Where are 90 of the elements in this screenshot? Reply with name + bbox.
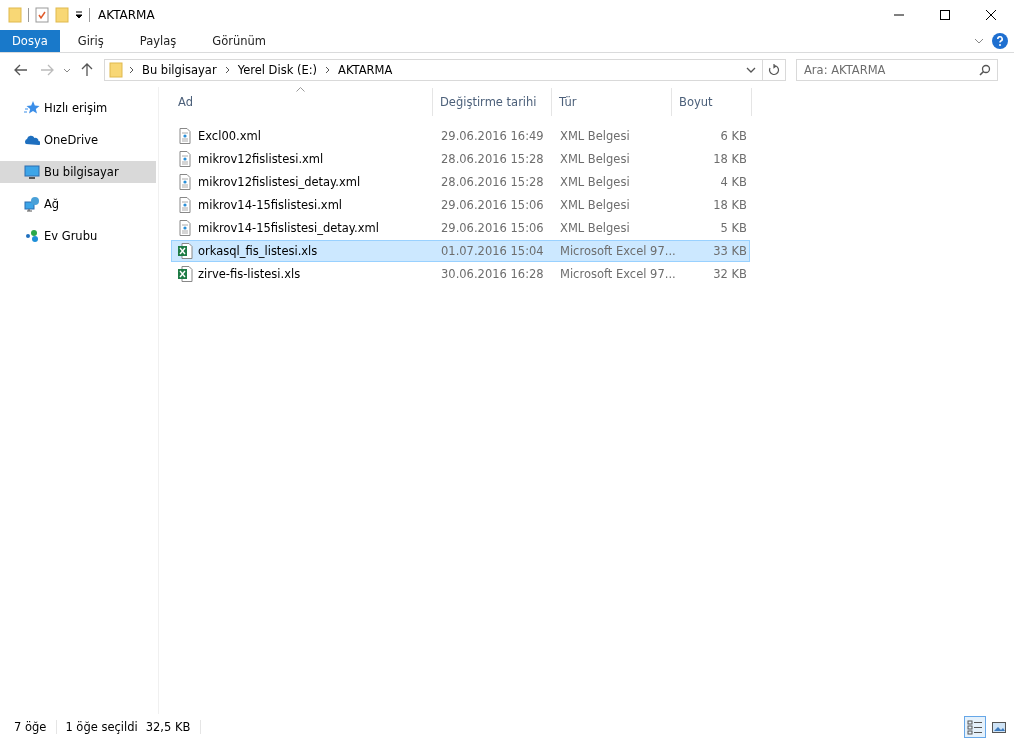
ribbon-tab[interactable]: Görünüm [194,30,285,52]
date-cell-text: 29.06.2016 15:06 [440,221,545,235]
star-icon [24,100,40,116]
search-icon [979,64,991,76]
date-cell-text: 30.06.2016 16:28 [440,267,545,281]
file-row[interactable]: mikrov12fislistesi.xml 28.06.2016 15:28 XML Belgesi 18 KB [171,148,750,170]
date-cell-text: 28.06.2016 15:28 [440,152,545,166]
type-cell-text: XML Belgesi [559,175,631,189]
column-header[interactable]: Ad [171,88,433,116]
breadcrumb[interactable]: Bu bilgisayar [140,63,219,77]
sidebar-label: Ev Grubu [44,229,98,243]
size-cell-text: 18 KB [712,198,748,212]
spreadsheet-icon [177,243,193,259]
selected-row[interactable]: orkasql_fis_listesi.xls 01.07.2016 15:04 Microsoft Excel 97... 33 KB [171,240,750,262]
network-icon [24,196,40,212]
sidebar-label: OneDrive [44,133,99,147]
file-name: orkasql_fis_listesi.xls [198,244,318,258]
maximize-icon[interactable] [940,10,950,20]
document-icon [177,197,193,213]
ribbon-tab[interactable]: Dosya [0,30,60,52]
ribbon-tab[interactable]: Paylaş [121,30,195,52]
window-title: AKTARMA [98,8,155,22]
column-header[interactable]: Tür [552,88,672,116]
checklist-icon[interactable] [35,7,49,23]
file-name: Excl00.xml [198,129,261,143]
file-row[interactable]: Excl00.xml 29.06.2016 16:49 XML Belgesi 6 KB [171,125,750,147]
type-cell-text: XML Belgesi [559,152,631,166]
chevron-icon[interactable] [129,66,134,74]
caret-icon[interactable] [746,67,756,73]
selection-size: 32,5 KB [145,720,202,734]
size-cell-text: 4 KB [719,175,748,189]
sidebar-item[interactable]: Ağ [0,193,156,215]
address-bar[interactable]: Bu bilgisayar Yerel Disk (E:) AKTARMA [104,59,786,81]
item-count: 7 öğe [14,720,58,734]
file-name: zirve-fis-listesi.xls [198,267,301,281]
ribbon-tab[interactable]: Giriş [59,30,122,52]
search-field[interactable]: Ara: AKTARMA [796,59,998,81]
date-cell-text: 01.07.2016 15:04 [440,244,545,258]
sidebar-label: Bu bilgisayar [44,165,119,179]
selection-count: 1 öğe seçildi [65,720,138,734]
column-header[interactable]: Değiştirme tarihi [433,88,552,116]
caret-icon[interactable] [63,67,71,73]
spreadsheet-icon [177,266,193,282]
folder-icon [109,62,123,78]
size-cell-text: 32 KB [712,267,748,281]
help-icon[interactable] [992,33,1008,49]
expand-ribbon-icon[interactable] [974,38,984,44]
sidebar-item[interactable]: Ev Grubu [0,225,156,247]
back-arrow-icon[interactable] [14,64,28,76]
file-row[interactable]: mikrov12fislistesi_detay.xml 28.06.2016 15:28 XML Belgesi 4 KB [171,171,750,193]
file-row[interactable]: mikrov14-15fislistesi.xml 29.06.2016 15:06 XML Belgesi 18 KB [171,194,750,216]
size-cell-text: 33 KB [712,244,748,258]
type-cell-text: XML Belgesi [559,198,631,212]
circles-icon [24,228,40,244]
chevron-icon[interactable] [224,66,230,74]
type-cell-text: XML Belgesi [559,129,631,143]
document-icon [177,220,193,236]
file-row[interactable]: zirve-fis-listesi.xls 30.06.2016 16:28 Microsoft Excel 97... 32 KB [171,263,750,285]
up-arrow-icon[interactable] [81,63,93,77]
sidebar-item[interactable]: Bu bilgisayar [0,161,156,183]
file-name: mikrov14-15fislistesi_detay.xml [198,221,379,235]
sidebar-label: Hızlı erişim [44,101,108,115]
size-cell-text: 18 KB [712,152,748,166]
file-name: mikrov14-15fislistesi.xml [198,198,343,212]
close-icon[interactable] [986,10,996,20]
column-header[interactable]: Boyut [672,88,752,116]
sidebar-item[interactable]: OneDrive [0,129,156,151]
sidebar-label: Ağ [44,197,60,211]
document-icon [177,174,193,190]
type-cell-text: XML Belgesi [559,221,631,235]
type-cell-text: Microsoft Excel 97... [559,244,673,258]
size-cell-text: 6 KB [719,129,748,143]
file-row[interactable]: mikrov14-15fislistesi_detay.xml 29.06.2016 15:06 XML Belgesi 5 KB [171,217,750,239]
breadcrumb[interactable]: AKTARMA [336,63,395,77]
size-cell-text: 5 KB [719,221,748,235]
date-cell-text: 28.06.2016 15:28 [440,175,545,189]
refresh-icon[interactable] [768,64,780,76]
date-cell-text: 29.06.2016 15:06 [440,198,545,212]
type-cell-text: Microsoft Excel 97... [559,267,673,281]
document-icon [177,128,193,144]
file-name: mikrov12fislistesi.xml [198,152,324,166]
sort-ascending-icon [296,87,305,92]
date-cell-text: 29.06.2016 16:49 [440,129,545,143]
dropdown-icon[interactable] [75,11,83,19]
chevron-icon[interactable] [325,66,331,74]
document-icon [177,151,193,167]
monitor-icon [24,164,40,180]
sidebar-item[interactable]: Hızlı erişim [0,97,156,119]
breadcrumb[interactable]: Yerel Disk (E:) [235,63,320,77]
file-name: mikrov12fislistesi_detay.xml [198,175,361,189]
